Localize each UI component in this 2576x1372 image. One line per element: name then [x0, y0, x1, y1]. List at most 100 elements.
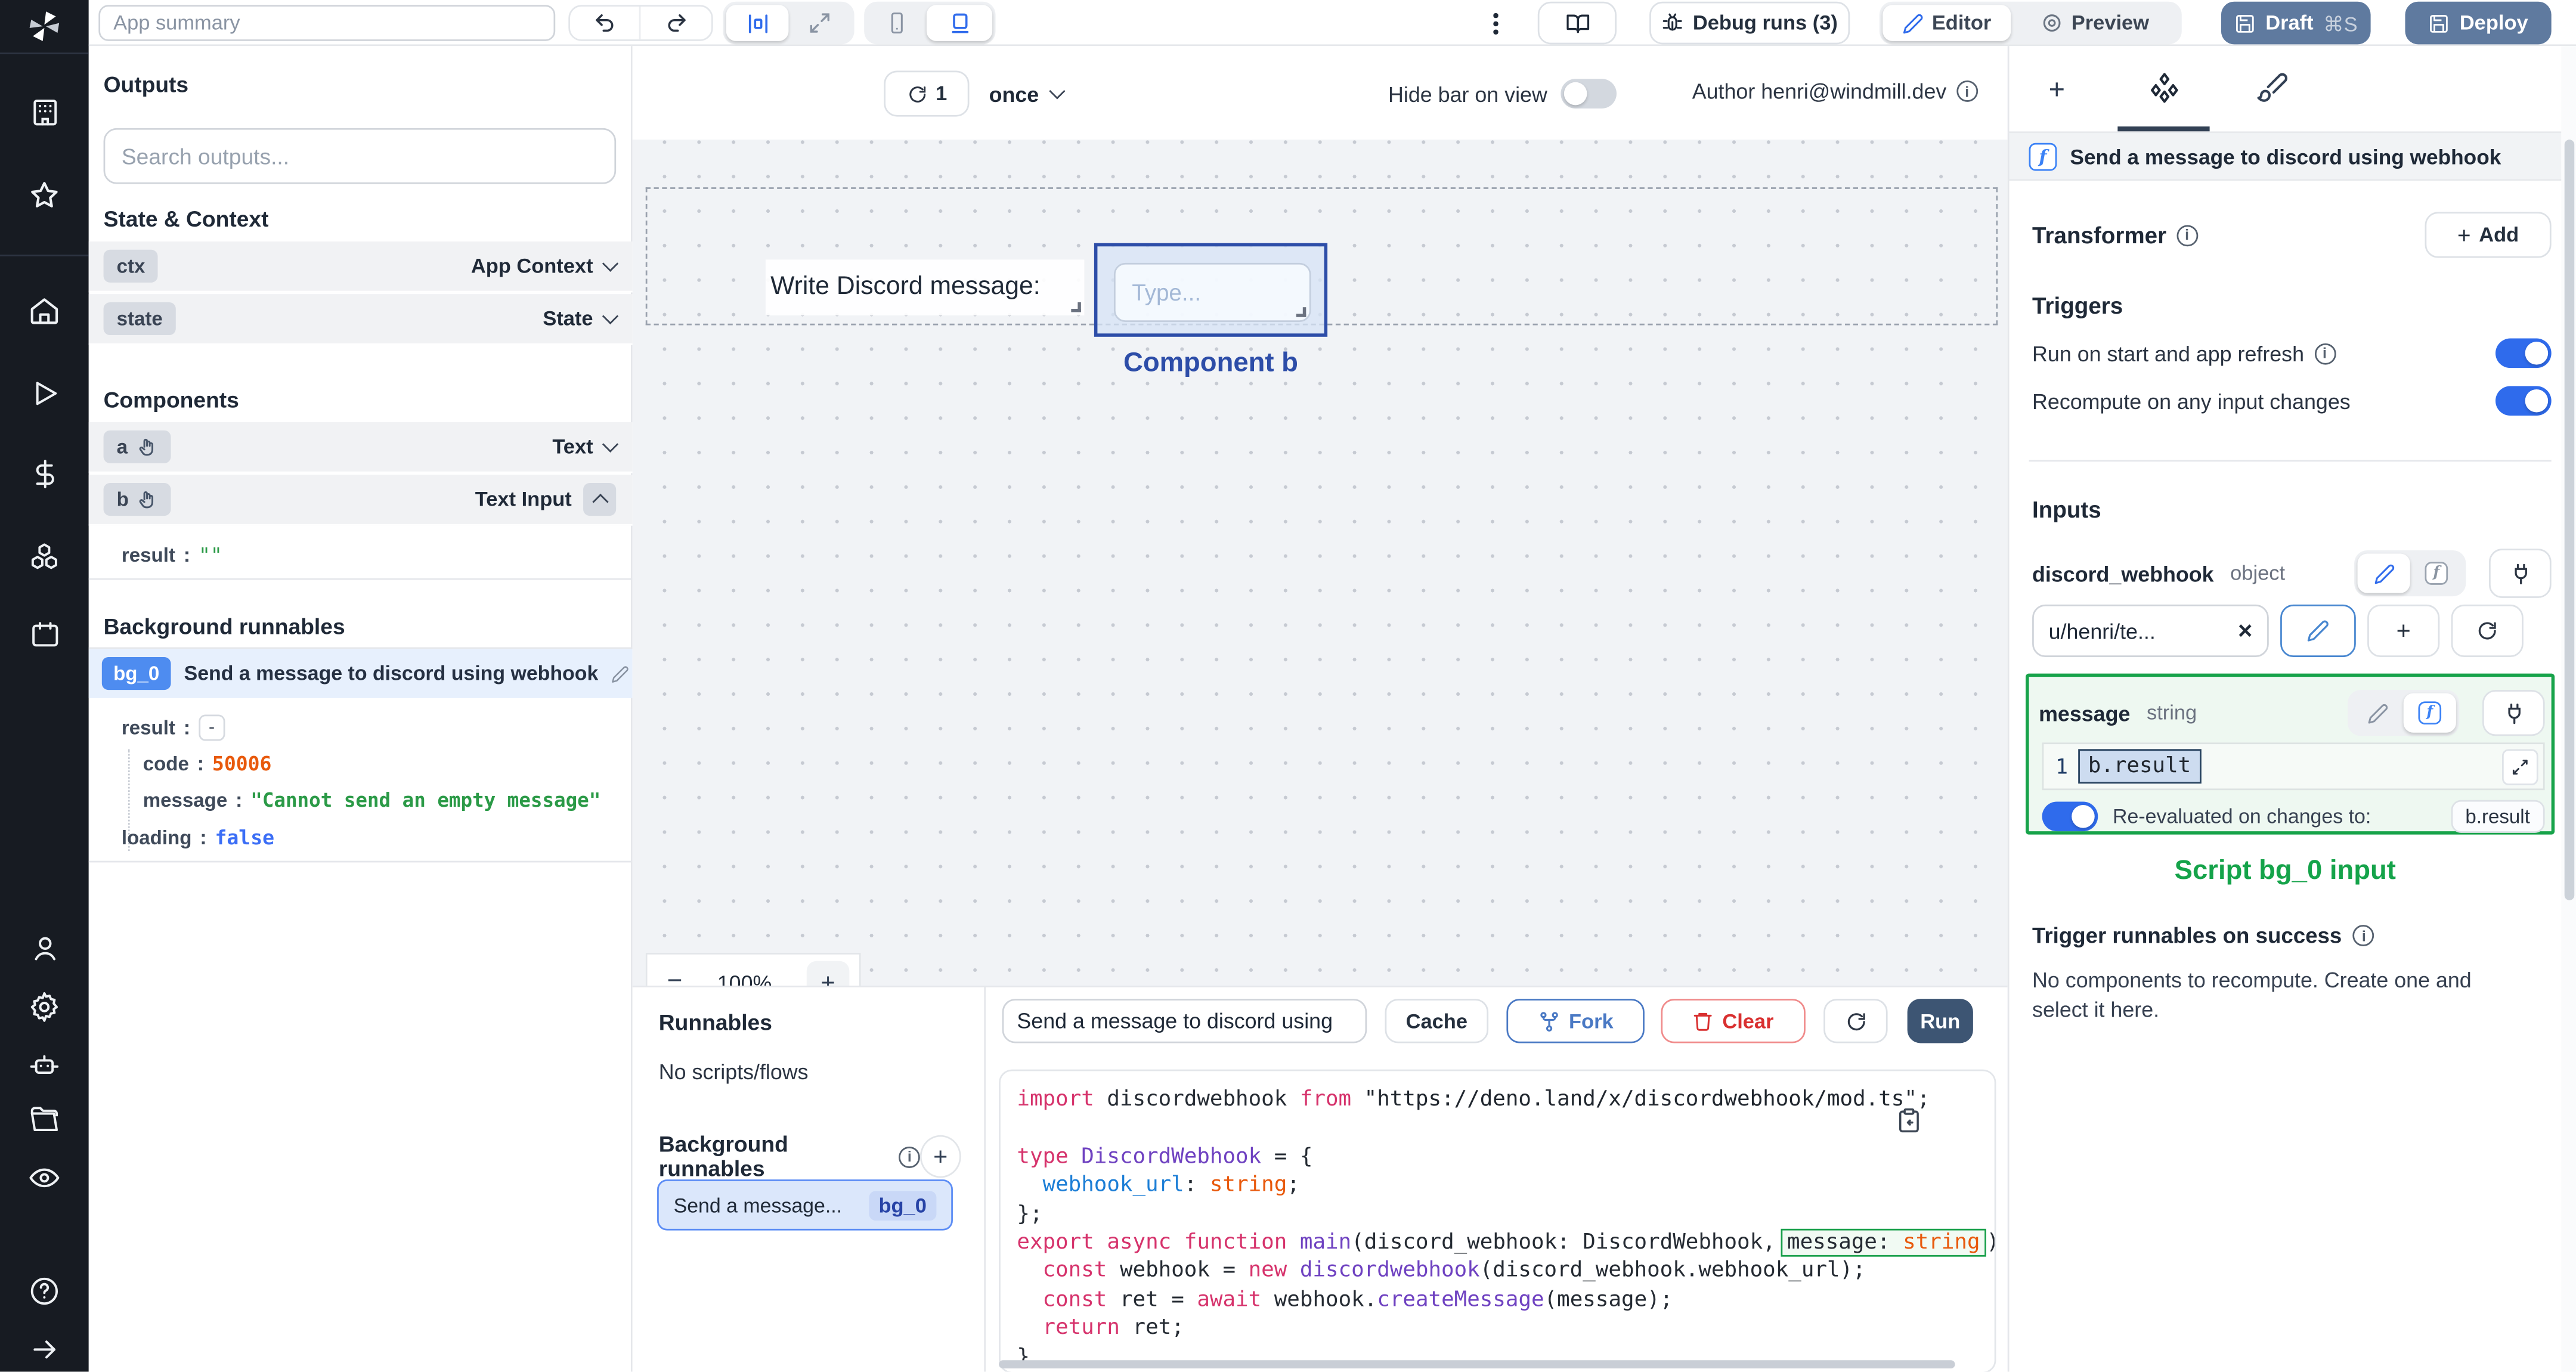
styling-brush-tab[interactable]	[2256, 70, 2289, 103]
edit-resource-button[interactable]	[2280, 604, 2356, 658]
debug-runs-button[interactable]: Debug runs (3)	[1649, 1, 1850, 45]
code-content: import discordwebhook from "https://deno…	[1017, 1086, 1994, 1371]
expression-value[interactable]: b.result	[2078, 749, 2201, 784]
clear-button[interactable]: Clear	[1661, 999, 1806, 1043]
static-pencil-mode[interactable]	[2351, 693, 2404, 733]
connect-plug-button[interactable]	[2482, 690, 2545, 736]
chevron-down-icon[interactable]	[602, 255, 619, 272]
runs-play-icon[interactable]	[0, 371, 89, 415]
run-button[interactable]: Run	[1907, 999, 1973, 1043]
schedules-calendar-icon[interactable]	[0, 613, 89, 657]
frequency-dropdown[interactable]: once	[989, 70, 1066, 116]
tab-editor[interactable]: Editor	[1883, 5, 2011, 41]
resource-input[interactable]: u/henri/te... ×	[2032, 604, 2269, 658]
eval-mode[interactable]: f	[2410, 553, 2463, 593]
windmill-logo[interactable]	[0, 0, 89, 53]
refresh-resource-button[interactable]	[2451, 604, 2524, 658]
mobile-view-button[interactable]	[868, 5, 927, 41]
fork-button[interactable]: Fork	[1506, 999, 1645, 1043]
connect-plug-button[interactable]	[2488, 549, 2552, 598]
desktop-view-button[interactable]	[926, 5, 993, 41]
hide-bar-control: Hide bar on view	[1388, 79, 1617, 109]
save-icon	[2236, 14, 2254, 32]
fullscreen-layout-button[interactable]	[788, 5, 851, 41]
reeval-target-chip[interactable]: b.result	[2450, 800, 2545, 833]
info-icon[interactable]: i	[2314, 342, 2336, 364]
app-canvas[interactable]: Write Discord message: Type... Component…	[632, 140, 2008, 986]
runnables-empty: No scripts/flows	[658, 1060, 809, 1085]
static-pencil-mode[interactable]	[2357, 553, 2410, 593]
output-row-state[interactable]: state State	[88, 294, 633, 345]
refresh-count-button[interactable]: 1	[884, 70, 970, 117]
pencil-icon	[2307, 620, 2329, 642]
horizontal-scrollbar[interactable]	[999, 1360, 1955, 1368]
add-background-runnable-button[interactable]: +	[919, 1135, 961, 1178]
variables-dollar-icon[interactable]	[0, 453, 89, 497]
text-input-component[interactable]: Type...	[1113, 262, 1311, 322]
resize-handle[interactable]	[1071, 302, 1081, 312]
help-icon[interactable]	[0, 1269, 89, 1313]
chevron-down-icon[interactable]	[602, 308, 619, 324]
panel-tabs: +	[2009, 46, 2576, 132]
redo-button[interactable]	[640, 7, 711, 39]
add-component-tab[interactable]: +	[2049, 76, 2065, 104]
chevron-up-icon[interactable]	[583, 482, 617, 516]
reeval-toggle[interactable]	[2042, 801, 2098, 832]
selected-component-b[interactable]: Type...	[1094, 243, 1328, 337]
code-editor[interactable]: import discordwebhook from "https://deno…	[999, 1069, 1996, 1372]
app-summary-input[interactable]	[98, 5, 556, 41]
chevron-down-icon[interactable]	[602, 436, 619, 453]
cache-button[interactable]: Cache	[1385, 999, 1489, 1043]
workspace-building-icon[interactable]	[0, 91, 89, 135]
output-row-ctx[interactable]: ctx App Context	[88, 241, 633, 293]
recompute-toggle[interactable]	[2495, 386, 2552, 416]
info-icon[interactable]: i	[2353, 925, 2375, 946]
workers-eye-icon[interactable]	[0, 1156, 89, 1200]
settings-gear-icon[interactable]	[0, 986, 89, 1030]
center-layout-button[interactable]	[726, 5, 789, 41]
layout-toggle-group	[723, 1, 854, 45]
copy-code-icon[interactable]	[1896, 1107, 1922, 1133]
docs-book-button[interactable]	[1537, 1, 1617, 45]
info-icon[interactable]: i	[899, 1145, 920, 1167]
expression-editor[interactable]: 1 b.result	[2042, 742, 2545, 791]
info-icon[interactable]: i	[1956, 80, 1978, 102]
message-input-section: message string f 1 b.result Re-evaluated…	[2026, 673, 2555, 835]
components-settings-tab[interactable]	[2147, 70, 2182, 105]
resize-handle[interactable]	[1296, 307, 1306, 317]
run-on-start-toggle[interactable]	[2495, 338, 2552, 368]
favorites-star-icon[interactable]	[0, 174, 89, 218]
resources-cubes-icon[interactable]	[0, 534, 89, 578]
script-name-input[interactable]	[1002, 999, 1367, 1043]
scrollbar-track[interactable]	[2561, 46, 2576, 1372]
more-menu-kebab-icon[interactable]	[1493, 13, 1498, 35]
collapse-toggle[interactable]: -	[198, 714, 225, 741]
user-icon[interactable]	[0, 927, 89, 971]
collapse-arrow-icon[interactable]	[0, 1328, 89, 1372]
bg0-runnable-item[interactable]: Send a message... bg_0	[657, 1179, 953, 1231]
component-row-b[interactable]: b Text Input	[88, 475, 633, 526]
zoom-in-button[interactable]: +	[806, 961, 850, 986]
bg0-row[interactable]: bg_0 Send a message to discord using web…	[88, 649, 633, 698]
hide-bar-toggle[interactable]	[1560, 79, 1617, 109]
component-row-a[interactable]: a Text	[88, 422, 633, 473]
deploy-button[interactable]: Deploy	[2405, 1, 2552, 45]
folders-icon[interactable]	[0, 1098, 89, 1142]
clear-resource-x-icon[interactable]: ×	[2238, 617, 2252, 645]
edit-pencil-icon[interactable]	[611, 664, 629, 682]
tab-preview[interactable]: Preview	[2011, 5, 2178, 41]
eval-mode[interactable]: f	[2403, 693, 2456, 733]
add-transformer-button[interactable]: + Add	[2425, 212, 2552, 258]
undo-button[interactable]	[570, 7, 641, 40]
search-outputs-input[interactable]	[103, 128, 617, 184]
draft-button[interactable]: Draft ⌘S	[2221, 1, 2371, 45]
refresh-script-button[interactable]	[1823, 999, 1888, 1043]
expand-editor-icon[interactable]	[2502, 748, 2538, 785]
ai-robot-icon[interactable]	[0, 1043, 89, 1087]
info-icon[interactable]: i	[2176, 224, 2198, 246]
zoom-out-button[interactable]: −	[667, 968, 683, 986]
create-resource-button[interactable]: +	[2367, 604, 2440, 658]
home-icon[interactable]	[0, 289, 89, 333]
scrollbar-thumb[interactable]	[2563, 140, 2574, 900]
text-component-a[interactable]: Write Discord message:	[765, 259, 1085, 315]
